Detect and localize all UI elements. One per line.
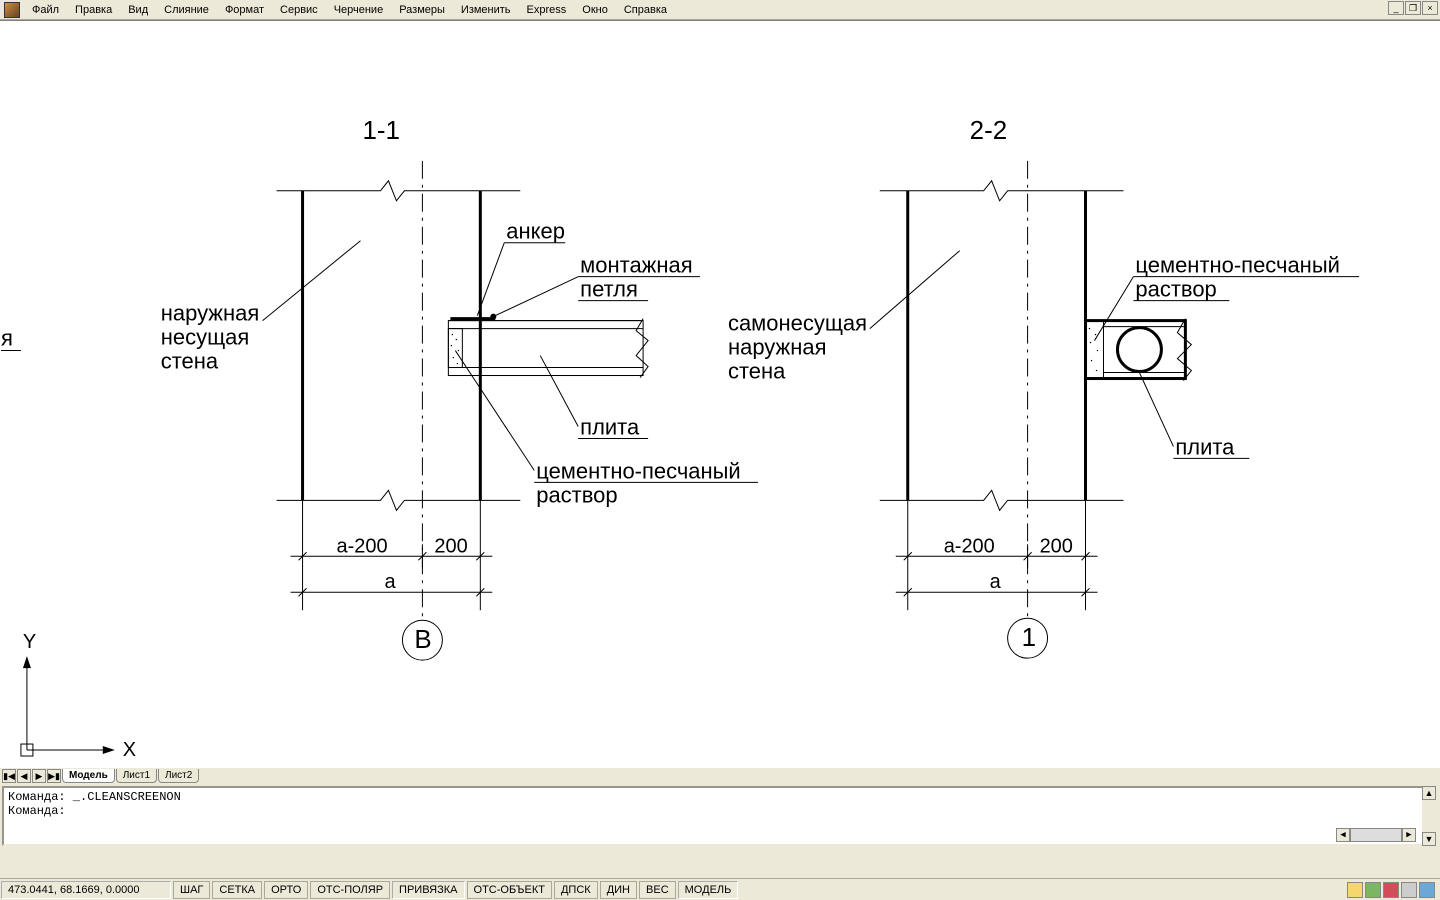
menu-dimensions[interactable]: Размеры — [391, 2, 453, 18]
menu-draw[interactable]: Черчение — [326, 2, 392, 18]
dim-a200-11: а-200 — [337, 535, 388, 557]
svg-text:X: X — [123, 739, 136, 761]
label-mortar-22-l1: цементно-песчаный — [1135, 253, 1339, 278]
app-icon — [4, 2, 20, 18]
toggle-ducs[interactable]: ДПСК — [554, 881, 598, 899]
label-outer-wall-l1: наружная — [161, 301, 260, 326]
dim-200-11: 200 — [434, 535, 467, 557]
dim-a-22: а — [990, 571, 1002, 593]
tab-nav-next[interactable]: ▶ — [32, 769, 46, 783]
axis-mark-1: 1 — [1022, 622, 1036, 652]
label-selfwall-l3: стена — [728, 359, 786, 384]
menu-file[interactable]: Файл — [24, 2, 67, 18]
menu-edit[interactable]: Правка — [67, 2, 120, 18]
toggle-snap[interactable]: ШАГ — [173, 881, 210, 899]
label-slab-11: плита — [580, 414, 640, 439]
tab-nav-prev[interactable]: ◀ — [17, 769, 31, 783]
label-selfwall-l1: самонесущая — [728, 311, 867, 336]
tab-sheet2[interactable]: Лист2 — [158, 769, 199, 783]
command-line[interactable]: Команда: _.CLEANSCREENON Команда: ◀ ▶ — [2, 786, 1438, 846]
tray-icon-1[interactable] — [1347, 882, 1363, 898]
toggle-model[interactable]: МОДЕЛЬ — [678, 881, 739, 899]
dim-a-11: а — [384, 571, 396, 593]
label-mortar-11-l1: цементно-песчаный — [536, 458, 740, 483]
command-vscroll[interactable]: ▲ ▼ — [1422, 786, 1438, 846]
menu-tools[interactable]: Сервис — [272, 2, 326, 18]
vscroll-up[interactable]: ▲ — [1422, 786, 1436, 800]
label-loop-l2: петля — [580, 277, 638, 302]
label-anchor: анкер — [506, 219, 565, 244]
label-mortar-22-l2: раствор — [1135, 277, 1216, 302]
section22-title: 2-2 — [970, 115, 1008, 145]
tab-sheet1[interactable]: Лист1 — [116, 769, 157, 783]
status-bar: 473.0441, 68.1669, 0.0000 ШАГ СЕТКА ОРТО… — [0, 878, 1440, 900]
cleanscreen-icon[interactable] — [1419, 882, 1435, 898]
menu-window[interactable]: Окно — [574, 2, 616, 18]
svg-text:Y: Y — [23, 631, 36, 653]
label-outer-wall-l2: несущая — [161, 325, 250, 350]
label-loop-l1: монтажная — [580, 253, 692, 278]
axis-mark-b: В — [414, 624, 431, 654]
toggle-ortho[interactable]: ОРТО — [264, 881, 308, 899]
minimize-button[interactable]: _ — [1388, 1, 1404, 15]
toggle-grid[interactable]: СЕТКА — [212, 881, 262, 899]
tab-nav-last[interactable]: ▶▮ — [47, 769, 61, 783]
menu-bar: Файл Правка Вид Слияние Формат Сервис Че… — [0, 0, 1440, 20]
menu-format[interactable]: Формат — [217, 2, 272, 18]
label-mortar-11-l2: раствор — [536, 482, 617, 507]
hscroll-track[interactable] — [1350, 828, 1402, 842]
menu-express[interactable]: Express — [519, 2, 575, 18]
tab-model[interactable]: Модель — [62, 769, 115, 783]
label-slab-22: плита — [1175, 434, 1235, 459]
menu-modify[interactable]: Изменить — [453, 2, 519, 18]
command-prompt[interactable]: Команда: — [8, 804, 1432, 818]
window-controls: _ ❐ × — [1387, 1, 1438, 15]
label-selfwall-l2: наружная — [728, 335, 826, 360]
hscroll-left[interactable]: ◀ — [1336, 828, 1350, 842]
dim-a200-22: а-200 — [944, 535, 995, 557]
hscroll-right[interactable]: ▶ — [1402, 828, 1416, 842]
ucs-icon: Y X — [21, 631, 136, 761]
status-coords: 473.0441, 68.1669, 0.0000 — [1, 881, 171, 899]
command-hscroll[interactable]: ◀ ▶ — [1336, 828, 1416, 842]
tray-icon-3[interactable] — [1383, 882, 1399, 898]
command-history-line: Команда: _.CLEANSCREENON — [8, 790, 1432, 804]
status-tray — [1346, 882, 1440, 898]
layout-tabs: ▮◀ ◀ ▶ ▶▮ Модель Лист1 Лист2 — [2, 768, 1438, 784]
dim-200-22: 200 — [1040, 535, 1073, 557]
drawing-canvas[interactable]: я 1-1 наружная несущая стена анкер монта… — [0, 20, 1440, 768]
label-outer-wall-l3: стена — [161, 349, 219, 374]
close-button[interactable]: × — [1422, 1, 1438, 15]
section11-title: 1-1 — [362, 115, 400, 145]
vscroll-down[interactable]: ▼ — [1422, 832, 1436, 846]
clipped-text: я — [1, 326, 13, 351]
toggle-osnap[interactable]: ПРИВЯЗКА — [392, 881, 464, 899]
toggle-polar[interactable]: ОТС-ПОЛЯР — [310, 881, 390, 899]
tab-nav-first[interactable]: ▮◀ — [2, 769, 16, 783]
menu-help[interactable]: Справка — [616, 2, 675, 18]
restore-button[interactable]: ❐ — [1405, 1, 1421, 15]
menu-merge[interactable]: Слияние — [156, 2, 217, 18]
toggle-lwt[interactable]: ВЕС — [639, 881, 676, 899]
toggle-otrack[interactable]: ОТС-ОБЪЕКТ — [467, 881, 552, 899]
tray-icon-4[interactable] — [1401, 882, 1417, 898]
toggle-dyn[interactable]: ДИН — [600, 881, 637, 899]
menu-view[interactable]: Вид — [120, 2, 156, 18]
tray-icon-2[interactable] — [1365, 882, 1381, 898]
